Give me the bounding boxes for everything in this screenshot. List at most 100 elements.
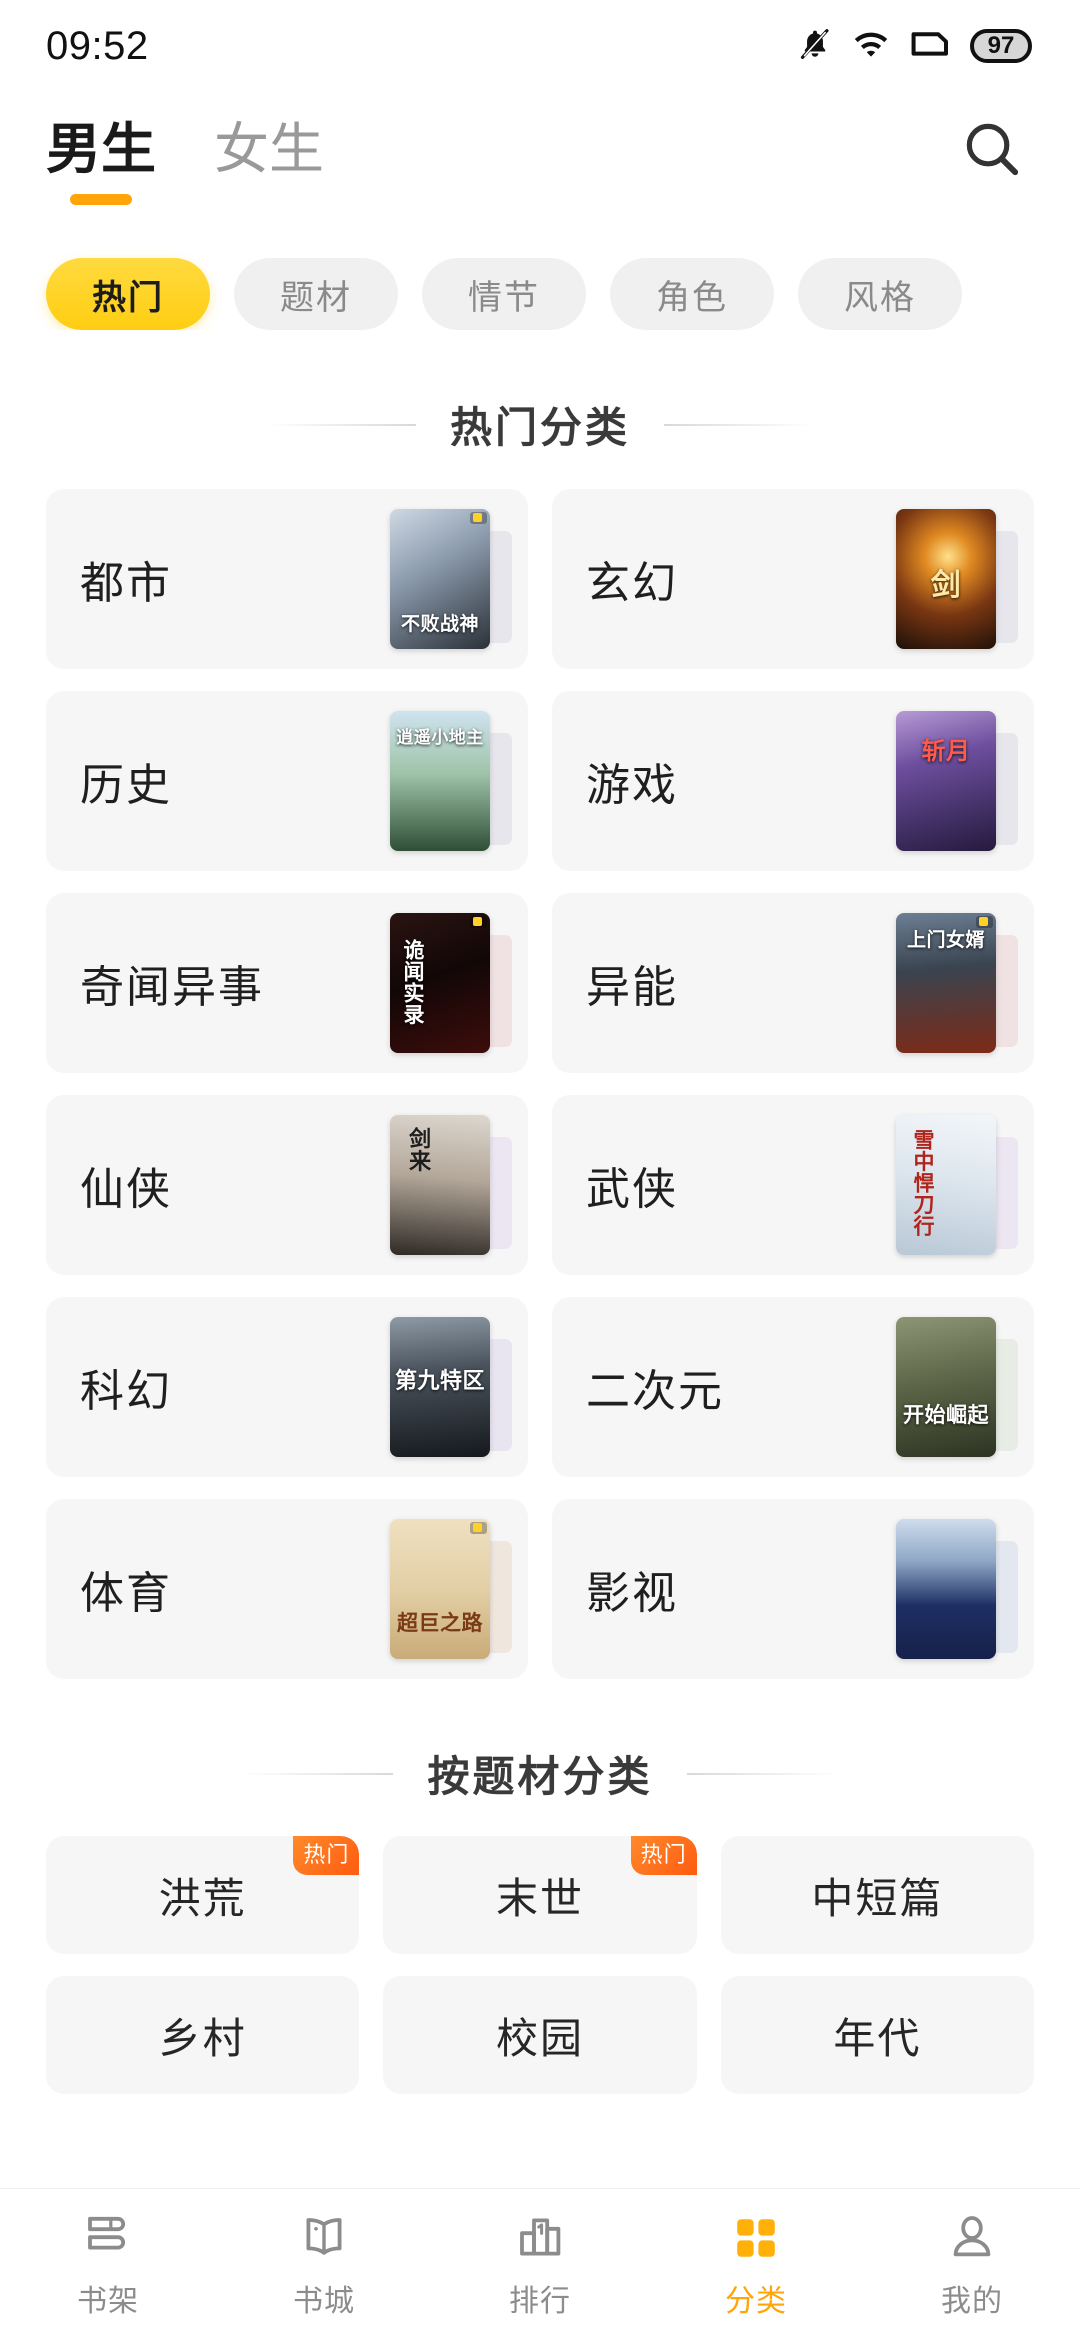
category-card[interactable]: 武侠 雪中悍刀行 [552, 1095, 1034, 1275]
filter-chip-hot[interactable]: 热门 [46, 258, 210, 330]
theme-tag-label: 年代 [833, 2014, 922, 2062]
theme-section-header: 按题材分类 [0, 1743, 1080, 1804]
book-cover-thumb: 剑来 [390, 1115, 512, 1255]
tab-male[interactable]: 男生 [46, 121, 156, 183]
filter-chip-role[interactable]: 角色 [610, 258, 774, 330]
divider-left [243, 1772, 394, 1775]
book-cover-thumb: 超巨之路 [390, 1519, 512, 1659]
cover-brand [470, 512, 487, 524]
category-card[interactable]: 异能 上门女婿 [552, 893, 1034, 1073]
category-name: 都市 [80, 559, 172, 608]
cover-title: 逍遥小地主 [396, 728, 484, 747]
cover-title: 雪中悍刀行 [911, 1129, 935, 1237]
theme-tag[interactable]: 年代 [720, 1976, 1034, 2094]
book-cover-thumb: 剑 [896, 509, 1018, 649]
grid-squares-icon [728, 2210, 784, 2266]
category-card[interactable]: 二次元 开始崛起 [552, 1297, 1034, 1477]
category-card[interactable]: 奇闻异事 诡闻实录 [46, 893, 528, 1073]
bottom-navigation: 书架 书城 排行 分类 我的 [0, 2188, 1080, 2340]
nav-profile[interactable]: 我的 [864, 2210, 1080, 2320]
book-cover-thumb: 雪中悍刀行 [896, 1115, 1018, 1255]
status-bar-icons: 97 [798, 27, 1032, 66]
category-name: 二次元 [586, 1367, 724, 1416]
nav-bookshelf-label: 书架 [77, 2284, 139, 2318]
category-name: 异能 [586, 963, 678, 1012]
nav-bookstore[interactable]: 书城 [216, 2210, 432, 2320]
book-cover-thumb: 开始崛起 [896, 1317, 1018, 1457]
cover-title: 上门女婿 [906, 930, 985, 951]
category-name: 武侠 [586, 1165, 678, 1214]
category-name: 奇闻异事 [80, 963, 264, 1012]
person-icon [944, 2210, 1000, 2266]
theme-tag[interactable]: 洪荒 热门 [46, 1836, 360, 1954]
book-cover-thumb: 逍遥小地主 [390, 711, 512, 851]
category-card[interactable]: 仙侠 剑来 [46, 1095, 528, 1275]
book-cover-thumb [896, 1519, 1018, 1659]
tab-female[interactable]: 女生 [214, 121, 324, 183]
category-name: 科幻 [80, 1367, 172, 1416]
filter-chip-theme[interactable]: 题材 [234, 258, 398, 330]
cover-brand [470, 1522, 487, 1534]
book-cover-thumb: 不败战神 [390, 509, 512, 649]
book-cover-thumb: 第九特区 [390, 1317, 512, 1457]
filter-chip-style[interactable]: 风格 [798, 258, 962, 330]
category-card[interactable]: 都市 不败战神 [46, 489, 528, 669]
book-cover: 剑 [896, 509, 996, 649]
category-card[interactable]: 影视 [552, 1499, 1034, 1679]
cover-art [390, 1519, 490, 1659]
cover-title: 超巨之路 [397, 1611, 483, 1635]
theme-tag[interactable]: 乡村 [46, 1976, 360, 2094]
nav-categories[interactable]: 分类 [648, 2210, 864, 2320]
theme-tag[interactable]: 中短篇 [720, 1836, 1034, 1954]
cover-title: 第九特区 [394, 1368, 485, 1393]
category-name: 体育 [80, 1569, 172, 1618]
nav-ranking-label: 排行 [509, 2284, 571, 2318]
nav-bookshelf[interactable]: 书架 [0, 2210, 216, 2320]
theme-tag[interactable]: 末世 热门 [383, 1836, 697, 1954]
book-cover: 上门女婿 [896, 913, 996, 1053]
category-name: 影视 [586, 1569, 678, 1618]
book-cover: 斩月 [896, 711, 996, 851]
hot-badge: 热门 [293, 1836, 360, 1875]
cover-art [896, 1317, 996, 1457]
cover-brand [470, 916, 487, 928]
cover-title: 剑来 [406, 1127, 432, 1172]
book-cover [896, 1519, 996, 1659]
ranking-chart-icon [512, 2210, 568, 2266]
book-cover: 第九特区 [390, 1317, 490, 1457]
category-card[interactable]: 游戏 斩月 [552, 691, 1034, 871]
cover-title: 诡闻实录 [401, 939, 425, 1025]
popular-category-grid: 都市 不败战神 玄幻 剑 历史 逍遥小地主 游戏 斩月 奇闻异事 诡闻实录 异能… [0, 455, 1080, 1679]
status-bar-clock: 09:52 [46, 23, 149, 68]
wifi-icon [852, 29, 890, 64]
theme-tag-label: 中短篇 [811, 1874, 944, 1922]
book-cover: 诡闻实录 [390, 913, 490, 1053]
category-card[interactable]: 历史 逍遥小地主 [46, 691, 528, 871]
theme-tag-label: 校园 [495, 2014, 584, 2062]
search-button[interactable] [950, 109, 1036, 195]
category-card[interactable]: 体育 超巨之路 [46, 1499, 528, 1679]
book-cover-thumb: 斩月 [896, 711, 1018, 851]
hot-badge: 热门 [630, 1836, 697, 1875]
filter-chip-plot[interactable]: 情节 [422, 258, 586, 330]
theme-tag[interactable]: 校园 [383, 1976, 697, 2094]
sim-card-icon [910, 28, 950, 65]
category-card[interactable]: 科幻 第九特区 [46, 1297, 528, 1477]
filter-chip-row[interactable]: 热门 题材 情节 角色 风格 [0, 212, 1080, 330]
category-card[interactable]: 玄幻 剑 [552, 489, 1034, 669]
book-cover-thumb: 诡闻实录 [390, 913, 512, 1053]
book-cover-thumb: 上门女婿 [896, 913, 1018, 1053]
popular-section-title: 热门分类 [449, 406, 630, 452]
nav-ranking[interactable]: 排行 [432, 2210, 648, 2320]
theme-tag-grid: 洪荒 热门 末世 热门 中短篇 乡村 校园 年代 [0, 1804, 1080, 2094]
tab-female-label: 女生 [214, 117, 325, 180]
cover-title: 开始崛起 [903, 1403, 989, 1427]
book-cover: 超巨之路 [390, 1519, 490, 1659]
theme-tag-label: 末世 [495, 1874, 584, 1922]
cover-art [896, 1519, 996, 1659]
theme-tag-label: 洪荒 [158, 1874, 247, 1922]
nav-bookstore-label: 书城 [293, 2284, 355, 2318]
category-name: 仙侠 [80, 1165, 172, 1214]
battery-level: 97 [987, 32, 1015, 59]
gender-tabs: 男生 女生 [46, 121, 324, 183]
